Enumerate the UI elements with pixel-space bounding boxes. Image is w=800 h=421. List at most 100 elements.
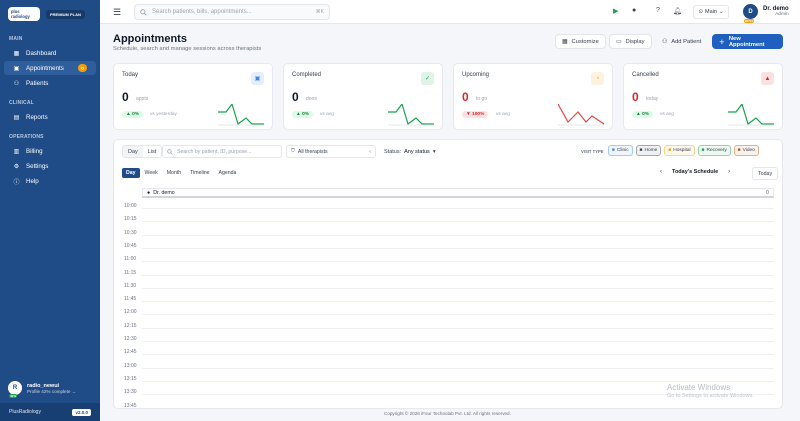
bell-icon[interactable]: 🔔︎ (673, 7, 682, 15)
logo[interactable]: plus radiology (8, 7, 40, 21)
time-slot[interactable]: 11:30 (114, 280, 784, 293)
status-value[interactable]: Any status (404, 149, 430, 155)
version-badge: v2.0.0 (72, 408, 91, 416)
slot-line (142, 261, 774, 263)
status-filter[interactable]: Status: Any status ▾ (384, 145, 436, 158)
help-icon[interactable]: ? (656, 7, 660, 14)
sidebar-item-label: Dashboard (26, 49, 57, 57)
stat-card-today[interactable]: Today ▣ 0 appts ▲ 0% vs yesterday (113, 63, 273, 130)
time-slot[interactable]: 12:00 (114, 306, 784, 319)
view-week[interactable]: Week (141, 168, 162, 178)
stat-title: Cancelled (632, 72, 659, 78)
hospital-icon: ■ (668, 148, 672, 153)
mode-day[interactable]: Day (123, 146, 143, 157)
stat-title: Upcoming (462, 72, 490, 78)
slot-line (142, 341, 774, 342)
branch-select[interactable]: ⊙ Main ⌄ (693, 5, 729, 19)
time-label: 12:30 (124, 336, 137, 342)
status-badge: BUSY (744, 19, 755, 23)
next-arrow-icon[interactable]: › (728, 169, 730, 175)
slot-line (142, 367, 774, 369)
mode-toggle: Day List (122, 145, 163, 158)
prev-arrow-icon[interactable]: ‹ (660, 169, 662, 175)
customize-button[interactable]: ▦ Customize (555, 34, 606, 49)
schedule-search-input[interactable]: Search by patient, ID, purpose... (177, 149, 251, 155)
stat-card-cancelled[interactable]: Cancelled ▲ 0 today ▲ 0% vs avg (623, 63, 783, 130)
therapist-filter[interactable]: ⛉ All therapists ‹ (286, 145, 376, 158)
new-appointment-button[interactable]: ＋ New Appointment (712, 34, 783, 49)
time-slot[interactable]: 10:45 (114, 240, 784, 253)
watermark-title: Activate Windows (667, 383, 731, 392)
stat-card-upcoming[interactable]: Upcoming ◔ 0 to go ▼ 100% vs avg (453, 63, 613, 130)
search-icon (167, 148, 173, 155)
display-button[interactable]: ▭ Display (609, 34, 652, 49)
time-slot[interactable]: 10:00 (114, 200, 784, 213)
profile-complete-link[interactable]: Profile 42% complete → (27, 389, 76, 394)
sparkline (218, 104, 264, 126)
visit-type-video[interactable]: ■ Video (733, 145, 759, 156)
time-label: 11:00 (124, 256, 137, 263)
location-icon: ⊙ (698, 9, 704, 15)
view-agenda[interactable]: Agenda (215, 168, 241, 178)
time-slot[interactable]: 11:15 (114, 267, 784, 280)
visit-type-clinic[interactable]: ■ Clinic (608, 145, 633, 156)
sidebar-item-patients[interactable]: ⚇ Patients (4, 76, 96, 90)
view-timeline[interactable]: Timeline (186, 168, 213, 178)
view-day[interactable]: Day (122, 168, 140, 178)
time-slot[interactable]: 13:00 (114, 360, 784, 373)
clinic-icon: ■ (612, 148, 615, 153)
gear-icon: ⚙ (13, 163, 20, 170)
search-input[interactable]: Search patients, bills, appointments... (152, 9, 252, 15)
stat-change: ▼ 100% (462, 111, 489, 118)
sidebar-item-settings[interactable]: ⚙ Settings (4, 159, 96, 173)
calendar-icon: ▣ (13, 65, 20, 72)
today-button[interactable]: Today (752, 167, 779, 180)
apple-icon[interactable]: ● (632, 7, 636, 14)
time-slot[interactable]: 10:15 (114, 213, 784, 226)
therapist-name: Dr. demo (153, 189, 175, 196)
receipt-icon: ▥ (13, 148, 20, 155)
sidebar-item-appointments[interactable]: ▣ Appointments 0 (4, 61, 96, 75)
schedule-label: Today's Schedule (672, 169, 719, 175)
view-month[interactable]: Month (163, 168, 185, 178)
sidebar-item-reports[interactable]: ▤ Reports (4, 110, 96, 124)
menu-icon[interactable]: ☰ (113, 7, 121, 18)
add-patient-button[interactable]: ⚇ Add Patient (656, 34, 707, 49)
stat-title: Today (122, 72, 139, 78)
time-slot[interactable]: 11:45 (114, 293, 784, 306)
sidebar-item-dashboard[interactable]: ▦ Dashboard (4, 46, 96, 60)
slot-line (142, 314, 774, 316)
sidebar-item-billing[interactable]: ▥ Billing (4, 144, 96, 158)
schedule-search[interactable]: Search by patient, ID, purpose... (162, 145, 282, 158)
time-slot[interactable]: 10:30 (114, 227, 784, 240)
visit-type-hospital[interactable]: ■ Hospital (664, 145, 695, 156)
stat-compare: vs avg (660, 112, 674, 117)
view-switcher: Day Week Month Timeline Agenda (122, 168, 240, 178)
visit-type-home[interactable]: ■ Home (635, 145, 662, 156)
topbar-user[interactable]: D BUSY Dr. demo Admin (743, 4, 789, 23)
time-slot[interactable]: 11:00 (114, 253, 784, 266)
time-slot[interactable]: 12:15 (114, 320, 784, 333)
stat-card-completed[interactable]: Completed ✓ 0 done ▲ 0% vs avg (283, 63, 443, 130)
sidebar-nav: MAIN ▦ Dashboard ▣ Appointments 0 ⚇ Patients CLI… (0, 36, 100, 188)
file-icon: ▤ (13, 114, 20, 121)
slot-line (142, 274, 774, 276)
page-subtitle: Schedule, search and manage sessions acr… (113, 46, 262, 52)
visit-type-recovery[interactable]: ■ Recovery (697, 145, 731, 156)
mode-list[interactable]: List (143, 146, 162, 157)
global-search[interactable]: Search patients, bills, appointments... … (134, 4, 330, 20)
stat-unit: done (306, 96, 318, 102)
stat-compare: vs yesterday (150, 112, 177, 117)
slot-line (142, 301, 774, 303)
time-slot[interactable]: 12:30 (114, 333, 784, 346)
sidebar-user[interactable]: R 42% radio_newui Profile 42% complete → (8, 381, 92, 398)
time-slot[interactable]: 12:45 (114, 346, 784, 359)
time-grid[interactable]: 10:00 10:15 10:30 10:45 11:00 11:15 11:30 11:45… (114, 200, 784, 408)
sidebar-item-help[interactable]: ⓘ Help (4, 174, 96, 188)
time-label: 10:00 (124, 203, 137, 209)
time-slot[interactable]: 13:45 (114, 400, 784, 408)
date-navigator: ‹ Today's Schedule › (660, 169, 730, 175)
play-store-icon[interactable]: ▶ (613, 7, 618, 15)
stat-title: Completed (292, 72, 322, 78)
time-label: 11:30 (124, 282, 137, 289)
